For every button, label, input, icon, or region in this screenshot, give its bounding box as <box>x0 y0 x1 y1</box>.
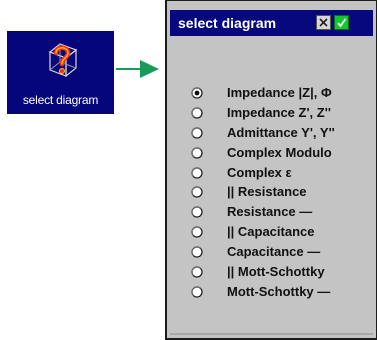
diagram-option[interactable]: || Mott-Schottky <box>191 263 369 283</box>
checkmark-icon <box>337 18 347 28</box>
ok-button[interactable] <box>334 15 349 30</box>
diagram-option[interactable]: Complex Modulo <box>191 144 369 164</box>
diagram-option-label: Impedance |Z|, Φ <box>227 85 332 100</box>
diagram-option[interactable]: Mott-Schottky — <box>191 283 369 303</box>
diagram-option-label: || Resistance <box>227 184 307 200</box>
dialog-titlebar[interactable]: select diagram <box>170 10 373 36</box>
diagram-option[interactable]: Capacitance — <box>191 243 369 263</box>
dialog-title: select diagram <box>178 15 277 31</box>
question-box-icon <box>48 43 78 78</box>
diagram-option-label: Capacitance — <box>227 244 321 260</box>
radio-unselected-icon[interactable] <box>191 286 203 298</box>
right-arrow-icon <box>116 60 159 78</box>
diagram-option[interactable]: Impedance Z', Z'' <box>191 104 369 124</box>
diagram-option-label: || Mott-Schottky <box>227 264 325 280</box>
radio-unselected-icon[interactable] <box>191 147 203 159</box>
diagram-option-label: || Capacitance <box>227 224 315 240</box>
dialog-bottom-edge <box>170 333 373 335</box>
close-x-icon <box>319 18 328 27</box>
select-diagram-dialog: select diagram Impedance |Z|, Φ Impedance… <box>165 0 377 340</box>
radio-unselected-icon[interactable] <box>191 226 203 238</box>
radio-unselected-icon[interactable] <box>191 206 203 218</box>
diagram-option[interactable]: || Resistance <box>191 183 369 203</box>
diagram-option[interactable]: Impedance |Z|, Φ <box>191 84 369 104</box>
radio-unselected-icon[interactable] <box>191 246 203 258</box>
diagram-option-label: Admittance Y', Y'' <box>227 124 335 140</box>
diagram-option-label: Mott-Schottky — <box>227 283 331 299</box>
diagram-option[interactable]: Complex ε <box>191 164 369 184</box>
radio-unselected-icon[interactable] <box>191 107 203 119</box>
screen: select diagram select diagram Impedance … <box>0 0 377 340</box>
diagram-options-list: Impedance |Z|, Φ Impedance Z', Z'' Admitta… <box>191 84 369 303</box>
radio-unselected-icon[interactable] <box>191 186 203 199</box>
select-diagram-launcher-button[interactable]: select diagram <box>7 31 114 114</box>
close-button[interactable] <box>316 15 331 30</box>
radio-unselected-icon[interactable] <box>191 127 203 139</box>
radio-selected-icon[interactable] <box>191 87 203 99</box>
launcher-label: select diagram <box>22 93 99 107</box>
radio-unselected-icon[interactable] <box>191 266 203 278</box>
diagram-option[interactable]: || Capacitance <box>191 223 369 243</box>
diagram-option[interactable]: Resistance — <box>191 203 369 223</box>
diagram-option[interactable]: Admittance Y', Y'' <box>191 124 369 144</box>
diagram-option-label: Complex Modulo <box>227 144 332 160</box>
diagram-option-label: Resistance — <box>227 204 313 220</box>
diagram-option-label: Complex ε <box>227 164 292 180</box>
radio-unselected-icon[interactable] <box>191 166 203 179</box>
diagram-option-label: Impedance Z', Z'' <box>227 104 331 120</box>
